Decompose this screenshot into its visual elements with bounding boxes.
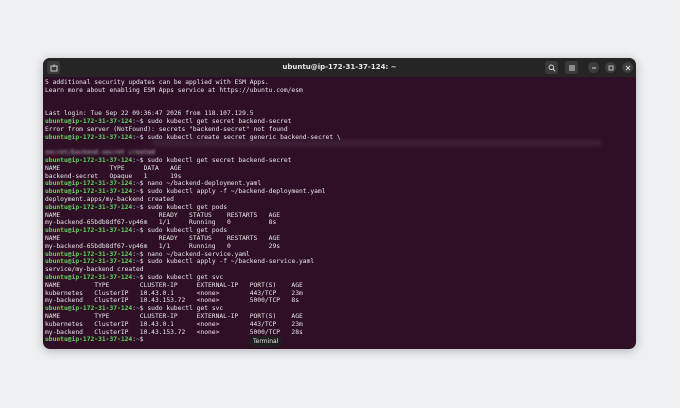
output-line: kubernetes ClusterIP 10.43.0.1 <none> 44… <box>45 320 303 328</box>
output-line: NAME READY STATUS RESTARTS AGE <box>45 211 281 219</box>
command-line: ubuntu@ip-172-31-37-124:~$ <box>45 336 148 344</box>
output-line: Error from server (NotFound): secrets "b… <box>45 125 288 133</box>
menu-button[interactable] <box>565 61 578 74</box>
command-text: $ nano ~/backend-service.yaml <box>139 250 250 258</box>
close-icon <box>625 65 630 70</box>
prompt-user: ubuntu@ip-172-31-37-124 <box>45 273 133 281</box>
prompt-user: ubuntu@ip-172-31-37-124 <box>45 336 133 344</box>
prompt-user: ubuntu@ip-172-31-37-124 <box>45 180 133 188</box>
command-line: ubuntu@ip-172-31-37-124:~$ sudo kubectl … <box>45 305 224 313</box>
terminal-output[interactable]: 5 additional security updates can be app… <box>43 77 636 349</box>
command-text: $ sudo kubectl get secret backend-secret <box>139 156 292 164</box>
command-line: ubuntu@ip-172-31-37-124:~$ sudo kubectl … <box>45 117 292 125</box>
command-line: ubuntu@ip-172-31-37-124:~$ sudo kubectl … <box>45 203 227 211</box>
blurred-output-line: secret/backend-secret created <box>45 149 155 157</box>
prompt-user: ubuntu@ip-172-31-37-124 <box>45 133 133 141</box>
command-text: $ sudo kubectl get pods <box>139 203 227 211</box>
output-line: NAME TYPE DATA AGE <box>45 164 182 172</box>
command-line: ubuntu@ip-172-31-37-124:~$ sudo kubectl … <box>45 188 326 196</box>
prompt-user: ubuntu@ip-172-31-37-124 <box>45 188 133 196</box>
close-button[interactable] <box>622 62 633 73</box>
output-line: Learn more about enabling ESM Apps servi… <box>45 86 303 94</box>
title-bar[interactable]: ubuntu@ip-172-31-37-124: ~ <box>43 58 636 77</box>
prompt-user: ubuntu@ip-172-31-37-124 <box>45 227 133 235</box>
prompt-user: ubuntu@ip-172-31-37-124 <box>45 258 133 266</box>
command-text: $ sudo kubectl apply -f ~/backend-servic… <box>139 258 315 266</box>
maximize-icon <box>608 65 613 70</box>
output-line: deployment.apps/my-backend created <box>45 195 174 203</box>
command-text: $ sudo kubectl get svc <box>139 305 224 313</box>
prompt-user: ubuntu@ip-172-31-37-124 <box>45 203 133 211</box>
command-text: $ sudo kubectl apply -f ~/backend-deploy… <box>139 188 326 196</box>
hamburger-menu-icon <box>568 65 575 70</box>
prompt-user: ubuntu@ip-172-31-37-124 <box>45 156 133 164</box>
output-line: NAME TYPE CLUSTER-IP EXTERNAL-IP PORT(S)… <box>45 312 303 320</box>
prompt-user: ubuntu@ip-172-31-37-124 <box>45 305 133 313</box>
command-line: ubuntu@ip-172-31-37-124:~$ sudo kubectl … <box>45 156 292 164</box>
output-line: Last login: Tue Sep 22 09:36:47 2026 fro… <box>45 110 254 118</box>
output-line: NAME READY STATUS RESTARTS AGE <box>45 234 281 242</box>
prompt-user: ubuntu@ip-172-31-37-124 <box>45 117 133 125</box>
minimize-button[interactable] <box>588 62 599 73</box>
output-line: my-backend ClusterIP 10.43.153.72 <none>… <box>45 297 300 305</box>
search-button[interactable] <box>545 61 558 74</box>
command-text: $ nano ~/backend-deployment.yaml <box>139 180 262 188</box>
maximize-button[interactable] <box>605 62 616 73</box>
output-line: service/my-backend created <box>45 266 144 274</box>
command-text: $ <box>139 336 148 344</box>
output-line: my-backend-65bdb8df67-vp46m 1/1 Running … <box>45 242 281 250</box>
command-text: $ sudo kubectl get pods <box>139 227 227 235</box>
output-line: kubernetes ClusterIP 10.43.0.1 <none> 44… <box>45 289 303 297</box>
output-line: 5 additional security updates can be app… <box>45 79 269 86</box>
minimize-icon <box>591 67 596 68</box>
command-text: $ sudo kubectl get svc <box>139 273 224 281</box>
command-line: ubuntu@ip-172-31-37-124:~$ nano ~/backen… <box>45 180 262 188</box>
terminal-window: ubuntu@ip-172-31-37-124: ~ 5 additional … <box>43 58 636 349</box>
terminal-tooltip: Terminal <box>249 336 283 347</box>
prompt-user: ubuntu@ip-172-31-37-124 <box>45 250 133 258</box>
search-icon <box>548 64 556 72</box>
command-line: ubuntu@ip-172-31-37-124:~$ sudo kubectl … <box>45 227 227 235</box>
command-line: ubuntu@ip-172-31-37-124:~$ sudo kubectl … <box>45 258 315 266</box>
command-line: ubuntu@ip-172-31-37-124:~$ sudo kubectl … <box>45 273 224 281</box>
redacted-blur <box>152 140 602 146</box>
command-text: $ sudo kubectl get secret backend-secret <box>139 117 292 125</box>
output-line: my-backend-65bdb8df67-vp46m 1/1 Running … <box>45 219 277 227</box>
output-line: NAME TYPE CLUSTER-IP EXTERNAL-IP PORT(S)… <box>45 281 303 289</box>
